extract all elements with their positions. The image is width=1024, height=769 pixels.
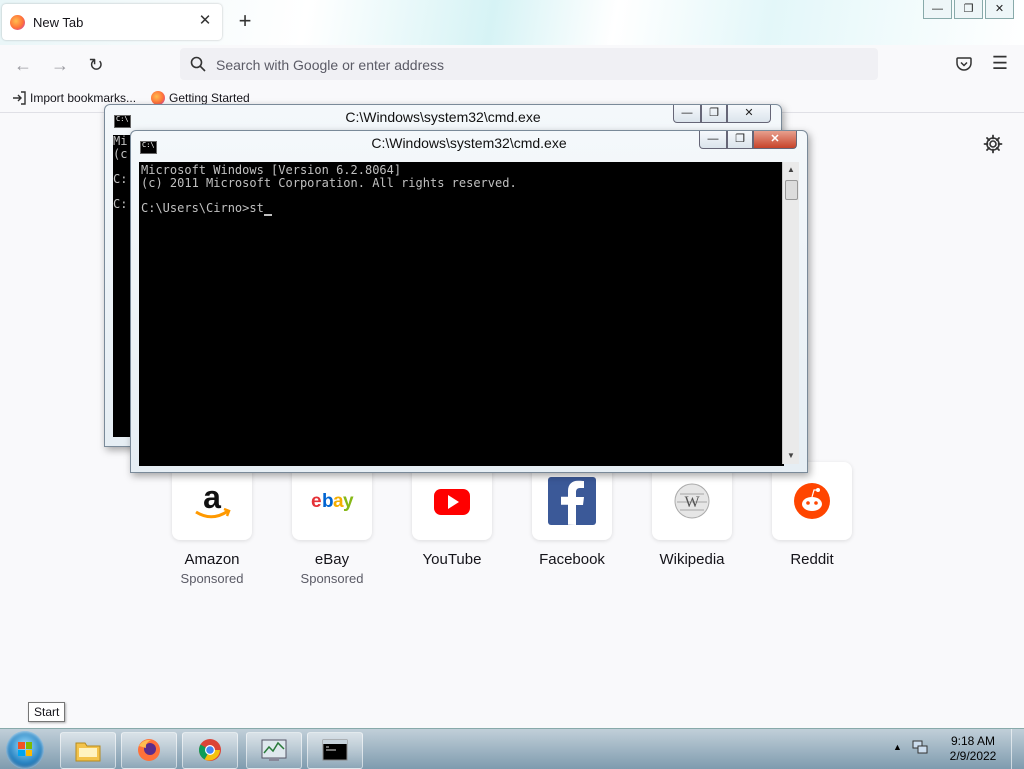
resource-monitor-icon — [261, 739, 287, 761]
console-line: Microsoft Windows [Version 6.2.8064] — [141, 163, 402, 177]
window-controls: — ❐ ✕ — [923, 0, 1014, 20]
reload-button[interactable]: ↻ — [84, 53, 108, 77]
start-button[interactable] — [6, 731, 44, 769]
maximize-button[interactable]: ❐ — [954, 0, 983, 19]
scroll-thumb[interactable] — [785, 180, 798, 200]
scroll-down-arrow-icon[interactable]: ▼ — [783, 448, 799, 464]
bookmark-getting-started[interactable]: Getting Started — [151, 91, 250, 105]
console-line: (c) 2011 Microsoft Corporation. All righ… — [141, 175, 517, 190]
shortcut-wikipedia[interactable]: W Wikipedia — [652, 462, 732, 568]
taskbar-explorer[interactable] — [60, 732, 116, 769]
command-prompt: C:\Users\Cirno>st — [141, 200, 264, 215]
taskbar-cmd[interactable] — [307, 732, 363, 769]
import-icon — [13, 91, 26, 105]
sponsored-label: Sponsored — [300, 571, 364, 586]
new-tab-button[interactable]: + — [233, 9, 257, 33]
forward-button[interactable]: → — [48, 53, 72, 77]
system-tray: ▲ — [893, 739, 928, 755]
shortcut-label: eBay — [314, 551, 350, 568]
taskbar-chrome[interactable] — [182, 732, 238, 769]
shortcut-label: Reddit — [790, 551, 834, 568]
wikipedia-icon: W — [674, 483, 710, 519]
scroll-up-arrow-icon[interactable]: ▲ — [783, 162, 799, 178]
clock-time: 9:18 AM — [950, 734, 996, 748]
taskbar-resource-monitor[interactable] — [246, 732, 302, 769]
clock-date: 2/9/2022 — [949, 749, 997, 763]
show-desktop-button[interactable] — [1011, 729, 1024, 769]
shortcut-amazon[interactable]: a Amazon Sponsored — [172, 462, 252, 586]
folder-icon — [75, 742, 101, 762]
maximize-button[interactable]: ❐ — [701, 105, 727, 123]
shortcut-label: Facebook — [539, 551, 605, 568]
firefox-icon — [10, 15, 25, 30]
svg-text:y: y — [343, 491, 354, 512]
svg-text:a: a — [203, 479, 221, 515]
nav-bar: ← → ↻ — [0, 45, 1024, 85]
tab-title: New Tab — [33, 15, 84, 30]
amazon-icon: a — [195, 479, 231, 519]
show-hidden-icons-button[interactable]: ▲ — [893, 742, 902, 752]
shortcut-label: YouTube — [422, 551, 482, 568]
search-icon — [190, 56, 206, 72]
text-cursor — [263, 202, 272, 216]
taskbar: ▲ 9:18 AM 2/9/2022 — [0, 728, 1024, 769]
firefox-icon — [138, 739, 160, 761]
windows-logo-icon — [18, 742, 32, 756]
svg-text:W: W — [684, 494, 700, 511]
pocket-icon[interactable] — [955, 55, 973, 73]
network-icon[interactable] — [912, 739, 928, 755]
svg-text:e: e — [311, 491, 322, 512]
close-button[interactable]: ✕ — [985, 0, 1014, 19]
window-buttons: — ❐ ✕ — [673, 105, 771, 123]
facebook-icon — [548, 477, 596, 525]
chrome-icon — [199, 739, 221, 761]
bookmark-import[interactable]: Import bookmarks... — [12, 91, 136, 105]
start-tooltip: Start — [28, 702, 66, 722]
firefox-icon — [151, 91, 165, 105]
close-button[interactable]: ✕ — [753, 131, 797, 149]
url-bar[interactable] — [180, 48, 878, 80]
bookmark-label: Import bookmarks... — [30, 91, 137, 105]
shortcut-reddit[interactable]: Reddit — [772, 462, 852, 568]
shortcut-label: Amazon — [184, 551, 240, 568]
tab-new-tab[interactable]: New Tab ✕ — [2, 4, 222, 40]
reddit-icon — [794, 483, 830, 519]
cmd-icon — [322, 739, 348, 761]
ebay-icon: e b a y — [311, 491, 354, 512]
shortcut-youtube[interactable]: YouTube — [412, 462, 492, 568]
cmd-window-front[interactable]: C:\Windows\system32\cmd.exe — ❐ ✕ Micros… — [130, 130, 808, 473]
tab-close-icon[interactable]: ✕ — [196, 12, 214, 30]
window-buttons: — ❐ ✕ — [699, 131, 797, 149]
shortcut-label: Wikipedia — [659, 551, 725, 568]
console-scrollbar[interactable]: ▲ ▼ — [782, 162, 799, 464]
app-menu-button[interactable]: ☰ — [991, 54, 1009, 73]
search-input[interactable] — [214, 54, 818, 76]
minimize-button[interactable]: — — [699, 131, 727, 149]
minimize-button[interactable]: — — [923, 0, 952, 19]
taskbar-firefox[interactable] — [121, 732, 177, 769]
console-output[interactable]: Microsoft Windows [Version 6.2.8064] (c) … — [139, 162, 784, 466]
maximize-button[interactable]: ❐ — [727, 131, 753, 149]
svg-text:b: b — [322, 491, 334, 512]
sponsored-label: Sponsored — [180, 571, 244, 586]
shortcut-ebay[interactable]: e b a y eBay Sponsored — [292, 462, 372, 586]
close-button[interactable]: ✕ — [727, 105, 771, 123]
gear-icon[interactable] — [983, 134, 1003, 154]
shortcut-facebook[interactable]: Facebook — [532, 462, 612, 568]
clock[interactable]: 9:18 AM 2/9/2022 — [940, 734, 1006, 764]
minimize-button[interactable]: — — [673, 105, 701, 123]
tab-strip: New Tab ✕ + — ❐ ✕ — [0, 0, 1024, 45]
youtube-icon — [434, 489, 470, 515]
bookmark-label: Getting Started — [169, 91, 250, 105]
back-button[interactable]: ← — [11, 53, 35, 77]
console-line: C:\Users\Cirno>st — [141, 200, 784, 216]
